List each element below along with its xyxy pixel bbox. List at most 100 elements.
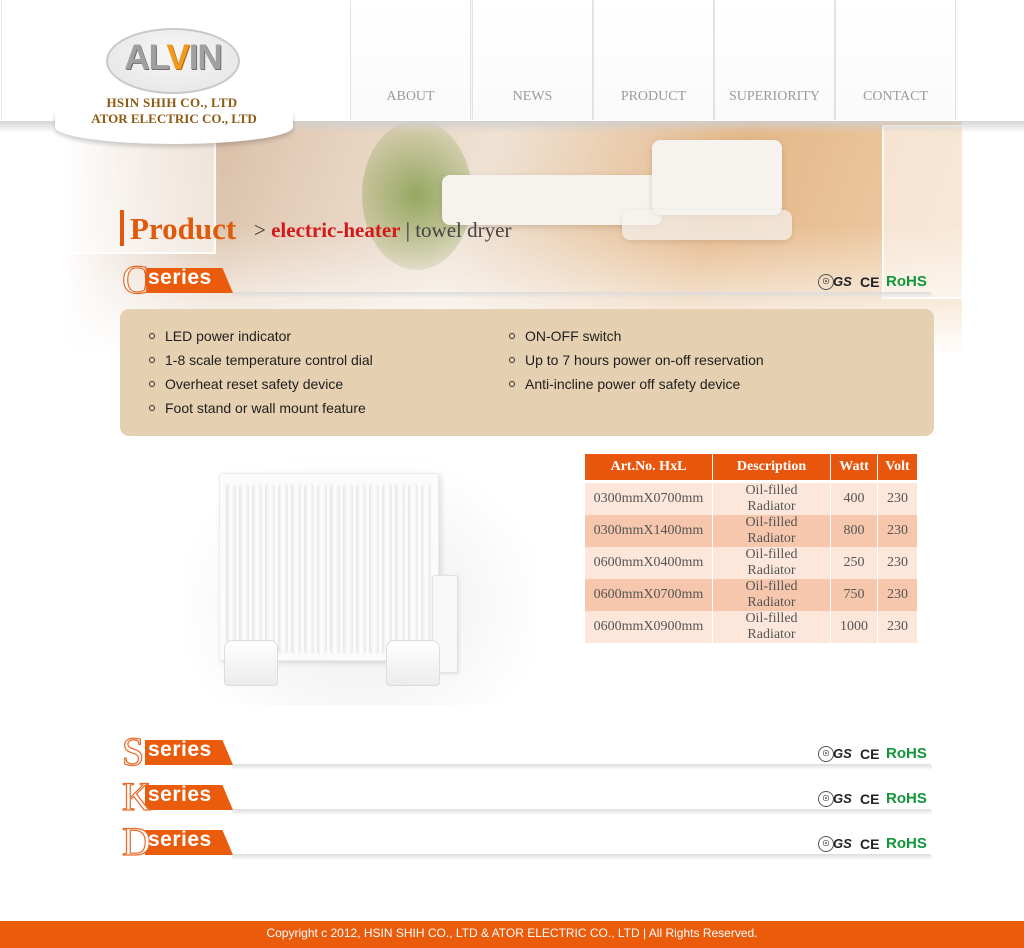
feature-item: Anti-incline power off safety device	[480, 374, 900, 398]
table-row: 0600mmX0900mm Oil-filled Radiator 1000 2…	[585, 611, 917, 643]
series-divider	[232, 854, 932, 860]
table-cell: 800	[831, 515, 877, 547]
breadcrumb-divider: |	[405, 218, 410, 242]
bullet-icon	[149, 333, 155, 339]
gs-certification-icon: ☉ GS	[818, 835, 852, 853]
site-header: ALVIN HSIN SHIH CO., LTD ABOUT NEWS PROD…	[0, 0, 1024, 121]
column-header: Description	[713, 453, 830, 483]
bullet-icon	[509, 357, 515, 363]
radiator-fin	[291, 484, 301, 654]
heading-accent-bar	[120, 210, 124, 246]
series-header-c[interactable]: C series ☉ GS CE RoHS	[121, 259, 932, 306]
table-row: 0600mmX0400mm Oil-filled Radiator 250 23…	[585, 547, 917, 579]
ce-mark: CE	[860, 836, 880, 852]
radiator-foot	[386, 640, 440, 686]
nav-superiority[interactable]: SUPERIORITY	[714, 0, 835, 120]
table-cell: Oil-filled Radiator	[713, 483, 830, 515]
radiator-fin	[421, 484, 431, 654]
table-cell: Oil-filled Radiator	[713, 547, 830, 579]
table-cell: 230	[878, 547, 917, 579]
series-header-k[interactable]: K series ☉ GS CE RoHS	[121, 776, 932, 823]
table-cell: 230	[878, 611, 917, 643]
radiator-fin	[239, 484, 249, 654]
bullet-icon	[509, 381, 515, 387]
feature-text: Overheat reset safety device	[165, 376, 344, 392]
nav-label: CONTACT	[863, 89, 928, 104]
features-list-right: ON-OFF switch Up to 7 hours power on-off…	[480, 326, 900, 398]
feature-item: ON-OFF switch	[480, 326, 900, 350]
rohs-mark: RoHS	[886, 745, 927, 762]
banner-armchair	[652, 140, 782, 215]
ce-mark: CE	[860, 274, 880, 290]
nav-about[interactable]: ABOUT	[350, 0, 471, 120]
breadcrumb-towel-dryer[interactable]: towel dryer	[415, 218, 511, 242]
table-cell: 0300mmX0700mm	[585, 483, 712, 515]
feature-text: LED power indicator	[165, 328, 292, 344]
ce-mark: CE	[860, 746, 880, 762]
rohs-mark: RoHS	[886, 835, 927, 852]
table-header-row: Art.No. HxL Description Watt Volt	[585, 453, 917, 483]
feature-item: LED power indicator	[120, 326, 500, 350]
table-cell: 230	[878, 579, 917, 611]
nav-label: ABOUT	[386, 89, 435, 104]
feature-item: Foot stand or wall mount feature	[120, 398, 500, 422]
feature-item: 1-8 scale temperature control dial	[120, 350, 500, 374]
nav-product[interactable]: PRODUCT	[593, 0, 714, 120]
gs-mark: GS	[833, 746, 852, 761]
ce-mark: CE	[860, 791, 880, 807]
nav-label: NEWS	[512, 89, 553, 104]
rohs-mark: RoHS	[886, 790, 927, 807]
rohs-mark: RoHS	[886, 273, 927, 290]
nav-news[interactable]: NEWS	[472, 0, 593, 120]
series-divider	[232, 809, 932, 815]
footer-copyright: Copyright c 2012, HSIN SHIH CO., LTD & A…	[0, 921, 1024, 948]
radiator-foot	[224, 640, 278, 686]
feature-text: ON-OFF switch	[525, 328, 622, 344]
series-word: series	[148, 738, 212, 761]
brand-logo[interactable]: ALVIN	[106, 38, 240, 78]
series-word: series	[148, 828, 212, 851]
feature-text: Foot stand or wall mount feature	[165, 400, 366, 416]
product-image	[186, 455, 536, 705]
table-cell: 0300mmX1400mm	[585, 515, 712, 547]
radiator-fin	[330, 484, 340, 654]
brand-logo-part: AL	[124, 38, 167, 77]
table-cell: Oil-filled Radiator	[713, 579, 830, 611]
radiator-fin	[278, 484, 288, 654]
safety-mark-icon: ☉	[818, 746, 834, 762]
series-word: series	[148, 783, 212, 806]
series-letter: S	[121, 729, 145, 774]
column-header: Watt	[831, 453, 877, 483]
radiator-fin	[265, 484, 275, 654]
radiator-fin	[226, 484, 236, 654]
breadcrumb-separator: >	[254, 218, 266, 242]
nav-contact[interactable]: CONTACT	[835, 0, 956, 120]
series-header-s[interactable]: S series ☉ GS CE RoHS	[121, 729, 932, 778]
gs-certification-icon: ☉ GS	[818, 273, 852, 291]
breadcrumb-electric-heater[interactable]: electric-heater	[271, 218, 400, 242]
bullet-icon	[149, 405, 155, 411]
bullet-icon	[149, 357, 155, 363]
safety-mark-icon: ☉	[818, 836, 834, 852]
nav-label: SUPERIORITY	[728, 89, 820, 104]
breadcrumb: > electric-heater | towel dryer	[254, 218, 511, 243]
table-cell: 400	[831, 483, 877, 515]
radiator-body	[219, 473, 439, 661]
radiator-fin	[252, 484, 262, 654]
gs-certification-icon: ☉ GS	[818, 745, 852, 763]
table-cell: Oil-filled Radiator	[713, 515, 830, 547]
company-name-1: HSIN SHIH CO., LTD	[106, 95, 238, 110]
safety-mark-icon: ☉	[818, 274, 834, 290]
brand-logo-part: IN	[188, 38, 223, 77]
series-divider	[232, 764, 932, 770]
bullet-icon	[149, 381, 155, 387]
feature-text: 1-8 scale temperature control dial	[165, 352, 373, 368]
company-name-2: ATOR ELECTRIC CO., LTD	[91, 111, 257, 126]
features-panel: LED power indicator 1-8 scale temperatur…	[120, 309, 934, 436]
series-letter: D	[121, 819, 151, 864]
series-divider	[232, 292, 932, 298]
radiator-fin	[343, 484, 353, 654]
features-list-left: LED power indicator 1-8 scale temperatur…	[120, 326, 500, 422]
table-cell: 250	[831, 547, 877, 579]
series-header-d[interactable]: D series ☉ GS CE RoHS	[121, 819, 932, 868]
